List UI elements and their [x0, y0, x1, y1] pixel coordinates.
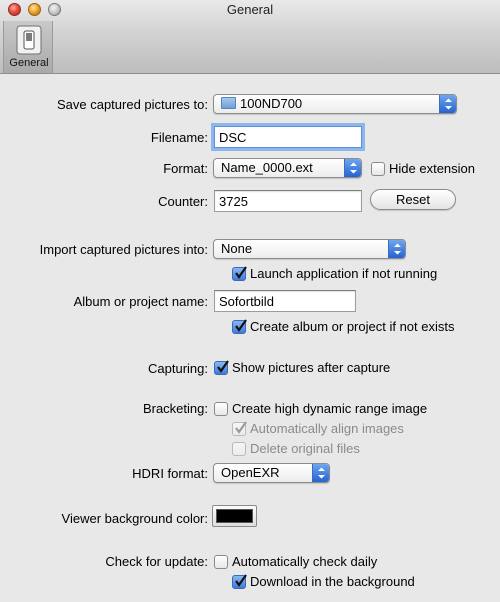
hdri-format-label: HDRI format:	[132, 466, 208, 481]
viewer-background-label: Viewer background color:	[61, 511, 208, 526]
launch-app-label: Launch application if not running	[250, 266, 438, 281]
align-images-label: Automatically align images	[250, 421, 404, 436]
toolbar-item-general[interactable]: General	[3, 21, 53, 73]
check-daily-checkbox[interactable]	[214, 555, 228, 569]
hdri-format-value: OpenEXR	[221, 465, 280, 480]
album-label: Album or project name:	[73, 294, 208, 309]
update-label: Check for update:	[105, 554, 208, 569]
import-label: Import captured pictures into:	[39, 242, 208, 257]
bracketing-label: Bracketing:	[142, 401, 208, 416]
save-location-value: 100ND700	[240, 96, 303, 111]
delete-originals-checkbox[interactable]	[232, 442, 246, 456]
check-daily-label: Automatically check daily	[232, 554, 378, 569]
window-title: General	[226, 2, 274, 17]
hdr-checkbox[interactable]	[214, 402, 228, 416]
preferences-window: General General Save captured pictures t…	[0, 0, 500, 602]
hdri-format-popup[interactable]: OpenEXR	[213, 463, 330, 483]
format-popup[interactable]: Name_0000.ext	[213, 158, 362, 178]
popup-arrows-icon	[439, 95, 456, 113]
hide-extension-checkbox[interactable]	[371, 162, 385, 176]
checkmark-icon	[235, 574, 247, 587]
counter-field[interactable]: 3725	[214, 190, 362, 212]
title-bar: General General	[0, 0, 500, 74]
create-album-checkbox[interactable]	[232, 319, 247, 334]
hide-extension-label: Hide extension	[389, 161, 475, 176]
format-value: Name_0000.ext	[221, 160, 313, 175]
background-color-well[interactable]	[212, 505, 257, 527]
save-location-label: Save captured pictures to:	[56, 97, 208, 112]
filename-field[interactable]: DSC	[214, 126, 362, 148]
import-value: None	[221, 241, 253, 256]
folder-icon	[221, 97, 236, 109]
create-album-label: Create album or project if not exists	[250, 319, 455, 334]
toggle-switch-icon	[16, 25, 42, 55]
color-swatch	[216, 509, 253, 523]
checkmark-icon	[235, 266, 247, 279]
download-background-checkbox[interactable]	[232, 574, 247, 589]
hdr-label: Create high dynamic range image	[232, 401, 428, 416]
launch-app-checkbox[interactable]	[232, 266, 247, 281]
import-popup[interactable]: None	[213, 239, 406, 259]
popup-arrows-icon	[344, 159, 361, 177]
show-pictures-label: Show pictures after capture	[232, 360, 391, 375]
checkmark-icon	[235, 319, 247, 332]
save-location-popup[interactable]: 100ND700	[213, 94, 457, 114]
checkmark-icon	[217, 360, 229, 373]
popup-arrows-icon	[388, 240, 405, 258]
reset-button[interactable]: Reset	[370, 189, 456, 210]
download-background-label: Download in the background	[250, 574, 415, 589]
counter-label: Counter:	[158, 194, 208, 209]
align-images-checkbox[interactable]	[232, 421, 247, 436]
format-label: Format:	[163, 161, 208, 176]
popup-arrows-icon	[312, 464, 329, 482]
checkmark-icon	[235, 421, 247, 434]
filename-label: Filename:	[150, 130, 208, 145]
capturing-label: Capturing:	[148, 361, 208, 376]
show-pictures-checkbox[interactable]	[214, 360, 229, 375]
delete-originals-label: Delete original files	[250, 441, 360, 456]
toolbar-item-label: General	[9, 57, 49, 69]
album-field[interactable]: Sofortbild	[214, 290, 356, 312]
